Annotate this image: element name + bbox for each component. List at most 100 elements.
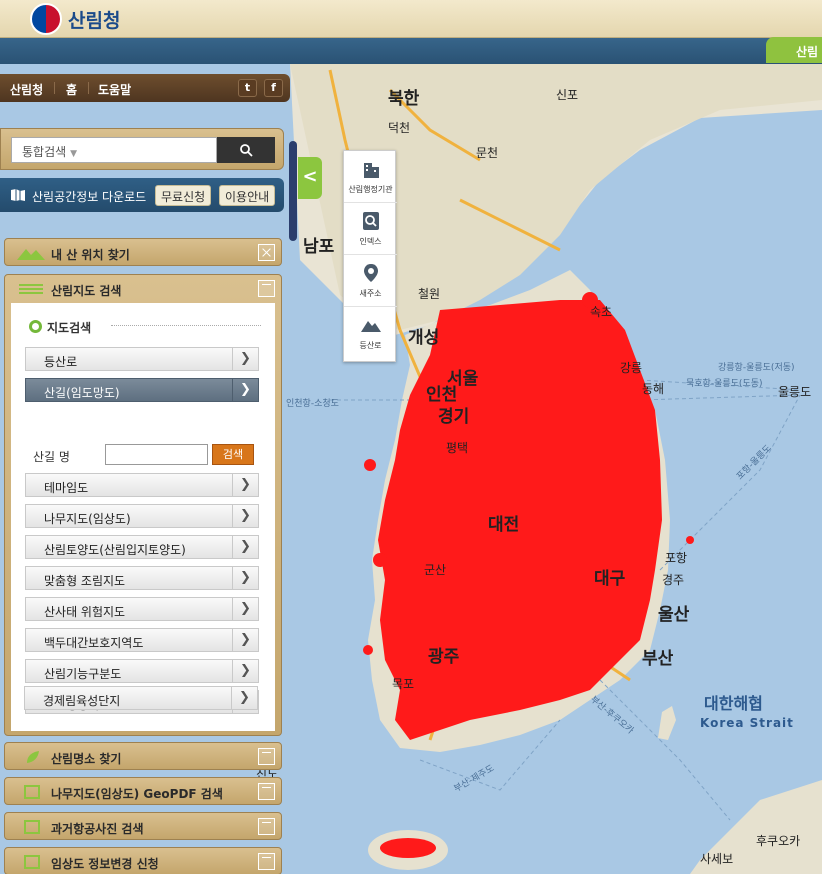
section-forest-map-title: 산림지도 검색	[51, 284, 122, 298]
chevron-right-icon: ❯	[232, 348, 258, 370]
collapse-icon[interactable]	[258, 280, 275, 297]
section-my-location[interactable]: 내 산 위치 찾기	[4, 238, 282, 266]
leaf-icon	[27, 751, 39, 763]
panel-collapse-button[interactable]: <	[298, 157, 322, 199]
chevron-right-icon: ❯	[232, 567, 258, 589]
chevron-right-icon: ❯	[232, 536, 258, 558]
tsushima	[658, 706, 676, 740]
section-forest-change-title: 임상도 정보변경 신청	[51, 857, 159, 871]
nav-forest-service[interactable]: 산림청	[10, 81, 43, 98]
section-aerial-photos[interactable]: 과거항공사진 검색	[4, 812, 282, 840]
sea-label-ko: 대한해협	[704, 694, 763, 713]
road-name-label: 산길 명	[33, 450, 70, 464]
label-pyeongtaek: 평택	[446, 441, 468, 455]
label-gwangju: 광주	[428, 647, 460, 667]
menu-item-soil-map[interactable]: 산림토양도(산림입지토양도) ❯	[25, 535, 259, 559]
label-bukhan: 북한	[388, 89, 420, 109]
left-panel: 산림청 홈 도움말 t f 통합검색 ▼ 산림공간정보 다운로드 무료신청 이용안…	[0, 74, 290, 874]
corner-tab[interactable]: 산림	[766, 37, 822, 63]
label-cheorwon: 철원	[418, 287, 440, 301]
menu-item-label: 등산로	[44, 355, 78, 369]
tool-new-address[interactable]: 새주소	[344, 255, 397, 307]
menu-item-label: 테마임도	[44, 481, 89, 495]
chevron-right-icon: ❯	[232, 379, 258, 401]
tool-label: 인덱스	[359, 237, 382, 246]
menu-item-label: 산길(임도망도)	[44, 386, 120, 400]
chevron-right-icon: ❯	[231, 687, 257, 709]
bullet-icon	[29, 320, 42, 333]
chevron-right-icon: ❯	[232, 660, 258, 682]
tool-hiking-trail[interactable]: 등산로	[344, 307, 397, 359]
section-forest-change[interactable]: 임상도 정보변경 신청	[4, 847, 282, 874]
collapse-icon[interactable]	[258, 853, 275, 870]
nav-help[interactable]: 도움말	[98, 81, 131, 98]
site-title[interactable]: 산림청	[68, 6, 120, 33]
menu-item-forest-road[interactable]: 산길(임도망도) ❯	[25, 378, 259, 402]
section-tree-geopdf[interactable]: 나무지도(임상도) GeoPDF 검색	[4, 777, 282, 805]
menu-item-label: 경제림육성단지	[43, 694, 121, 708]
label-ulsan: 울산	[658, 605, 690, 625]
mountain-icon	[17, 249, 45, 260]
menu-item-baekdu-map[interactable]: 백두대간보호지역도 ❯	[25, 628, 259, 652]
menu-item-tree-map[interactable]: 나무지도(임상도) ❯	[25, 504, 259, 528]
search-input[interactable]: 통합검색 ▼	[11, 137, 217, 163]
building-icon	[364, 163, 379, 178]
chevron-down-icon: ▼	[70, 149, 78, 159]
map-tool-column: 산림행정기관 인덱스 새주소 등산로	[343, 150, 397, 362]
chevron-right-icon: ❯	[232, 629, 258, 651]
menu-item-hiking-trail[interactable]: 등산로 ❯	[25, 347, 259, 371]
section-aerial-photos-title: 과거항공사진 검색	[51, 822, 144, 836]
site-header: 산림청	[0, 0, 822, 38]
collapse-icon[interactable]	[258, 783, 275, 800]
menu-item-afforestation-map[interactable]: 맞춤형 조림지도 ❯	[25, 566, 259, 590]
twitter-icon[interactable]: t	[238, 79, 257, 97]
menu-item-label: 산사태 위험지도	[44, 605, 126, 619]
tool-label: 등산로	[359, 341, 382, 350]
road-name-search-button[interactable]: 검색	[212, 444, 254, 465]
chevron-left-icon: <	[302, 166, 318, 187]
free-apply-button[interactable]: 무료신청	[155, 185, 212, 206]
label-gyeongju: 경주	[662, 573, 684, 587]
collapse-icon[interactable]	[258, 748, 275, 765]
menu-item-label: 나무지도(임상도)	[44, 512, 131, 526]
top-nav: 산림청 홈 도움말 t f	[0, 74, 290, 102]
label-donghae: 동해	[642, 382, 664, 396]
label-fukuoka: 후쿠오카	[756, 834, 800, 848]
menu-item-theme-road[interactable]: 테마임도 ❯	[25, 473, 259, 497]
section-famous-places-title: 산림명소 찾기	[51, 752, 122, 766]
collapse-icon[interactable]	[258, 818, 275, 835]
tool-index[interactable]: 인덱스	[344, 203, 397, 255]
tool-admin-office[interactable]: 산림행정기관	[344, 151, 397, 203]
tool-label: 새주소	[359, 289, 382, 298]
map-search-content: 지도검색 등산로 ❯ 산길(임도망도) ❯ 산길 명 검색 테마임도 ❯ 나무지…	[11, 303, 275, 731]
label-gangneung: 강릉	[620, 361, 642, 375]
menu-item-landslide-map[interactable]: 산사태 위험지도 ❯	[25, 597, 259, 621]
section-forest-map-header[interactable]: 산림지도 검색	[5, 275, 281, 303]
close-icon[interactable]	[258, 244, 275, 261]
label-sasebo: 사세보	[700, 852, 733, 866]
label-busan: 부산	[642, 649, 674, 669]
download-bar: 산림공간정보 다운로드 무료신청 이용안내	[0, 178, 284, 212]
menu-item-label: 백두대간보호지역도	[44, 636, 144, 650]
menu-item-economic-forest[interactable]: 경제림육성단지 ❯	[24, 686, 258, 710]
zoom-slider[interactable]	[289, 141, 297, 241]
section-famous-places[interactable]: 산림명소 찾기	[4, 742, 282, 770]
label-pohang: 포항	[665, 551, 687, 565]
search-input-placeholder: 통합검색	[22, 145, 67, 159]
menu-item-label: 산림기능구분도	[44, 667, 122, 681]
facebook-icon[interactable]: f	[264, 79, 283, 97]
section-tree-geopdf-title: 나무지도(임상도) GeoPDF 검색	[51, 787, 223, 801]
route-label-busan-fukuoka: 부산-후쿠오카	[588, 694, 636, 736]
guide-button[interactable]: 이용안내	[219, 185, 276, 206]
government-logo-icon[interactable]	[30, 3, 62, 35]
search-button[interactable]	[217, 137, 275, 163]
label-incheon: 인천	[426, 385, 457, 405]
mountain-icon	[361, 321, 381, 332]
section-my-location-title: 내 산 위치 찾기	[51, 248, 130, 262]
road-name-input[interactable]	[105, 444, 208, 465]
nav-home[interactable]: 홈	[66, 81, 77, 98]
route-label-incheon-socheong: 인천항-소청도	[286, 398, 339, 409]
menu-item-function-map[interactable]: 산림기능구분도 ❯	[25, 659, 259, 683]
menu-item-label: 맞춤형 조림지도	[44, 574, 126, 588]
route-label-busan-jeju: 부산-제주도	[452, 763, 496, 795]
